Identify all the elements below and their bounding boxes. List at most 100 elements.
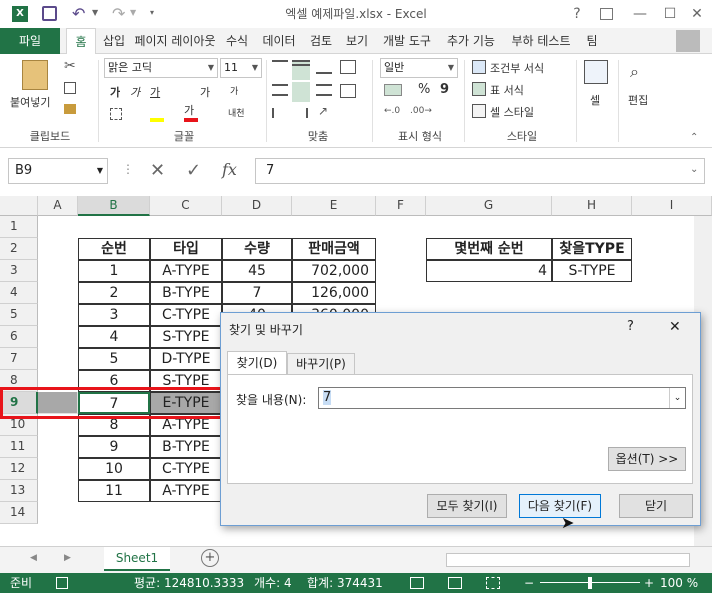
table-cell[interactable]: B-TYPE — [150, 436, 222, 458]
table-cell[interactable]: 7 — [222, 282, 292, 304]
merge-cells-icon[interactable] — [340, 84, 356, 98]
paste-icon[interactable] — [22, 60, 48, 90]
insert-function-button[interactable]: fx — [222, 160, 237, 179]
decrease-indent-icon[interactable] — [272, 108, 286, 118]
save-icon[interactable] — [42, 6, 57, 21]
tab-formulas[interactable]: 수식 — [220, 28, 254, 54]
table-cell[interactable]: 3 — [78, 304, 150, 326]
table-format-button[interactable]: 표 서식 — [490, 82, 524, 98]
font-name-combo[interactable]: 맑은 고딕 ▼ — [104, 58, 218, 78]
align-center-icon[interactable] — [292, 82, 310, 102]
column-header-h[interactable]: H — [552, 196, 632, 216]
redo-icon[interactable]: ↷ — [112, 4, 125, 23]
lookup-header[interactable]: 몇번째 순번 — [426, 238, 552, 260]
zoom-in-button[interactable]: + — [644, 573, 654, 593]
comma-button[interactable]: 9 — [440, 82, 449, 97]
table-cell[interactable]: 11 — [78, 480, 150, 502]
undo-dropdown-icon[interactable]: ▼ — [92, 8, 98, 17]
page-break-view-icon[interactable] — [486, 577, 500, 589]
tab-developer[interactable]: 개발 도구 — [376, 28, 438, 54]
tab-add-ins[interactable]: 추가 기능 — [440, 28, 502, 54]
table-header-cell[interactable]: 타입 — [150, 238, 222, 260]
table-header-cell[interactable]: 수량 — [222, 238, 292, 260]
scroll-sheets-right-icon[interactable]: ▶ — [64, 553, 71, 563]
zoom-out-button[interactable]: − — [524, 573, 534, 593]
font-color-icon[interactable] — [184, 118, 198, 122]
table-format-icon[interactable] — [472, 82, 486, 96]
name-box[interactable]: B9 ▼ — [8, 158, 108, 184]
redo-dropdown-icon[interactable]: ▼ — [130, 8, 136, 17]
column-header-c[interactable]: C — [150, 196, 222, 216]
lookup-value[interactable]: S-TYPE — [552, 260, 632, 282]
table-cell[interactable]: 10 — [78, 458, 150, 480]
normal-view-icon[interactable] — [410, 577, 424, 589]
conditional-format-button[interactable]: 조건부 서식 — [490, 60, 544, 76]
minimize-button[interactable]: — — [625, 0, 655, 28]
zoom-level[interactable]: 100 % — [660, 573, 698, 593]
tab-replace[interactable]: 바꾸기(P) — [287, 353, 355, 375]
table-cell[interactable]: A-TYPE — [150, 480, 222, 502]
add-sheet-button[interactable]: + — [201, 549, 219, 567]
conditional-format-icon[interactable] — [472, 60, 486, 74]
tab-find[interactable]: 찾기(D) — [227, 351, 287, 375]
table-cell[interactable]: 4 — [78, 326, 150, 348]
table-header-cell[interactable]: 순번 — [78, 238, 150, 260]
row-header[interactable]: 12 — [0, 458, 38, 480]
row-header[interactable]: 1 — [0, 216, 38, 238]
table-header-cell[interactable]: 판매금액 — [292, 238, 376, 260]
close-dialog-button[interactable]: 닫기 — [619, 494, 693, 518]
orientation-icon[interactable]: ↗ — [318, 104, 328, 118]
column-header-a[interactable]: A — [38, 196, 78, 216]
macro-record-icon[interactable] — [56, 577, 68, 589]
column-header-i[interactable]: I — [632, 196, 712, 216]
table-cell[interactable]: 9 — [78, 436, 150, 458]
find-binoculars-icon[interactable]: ⌕ — [630, 62, 639, 82]
row-header[interactable]: 6 — [0, 326, 38, 348]
format-painter-icon[interactable] — [64, 104, 76, 114]
row-header[interactable]: 11 — [0, 436, 38, 458]
account-avatar[interactable] — [676, 30, 700, 52]
wrap-text-icon[interactable] — [340, 60, 356, 74]
collapse-ribbon-icon[interactable]: ⌃ — [690, 132, 698, 143]
align-top-icon[interactable] — [272, 60, 288, 74]
align-left-icon[interactable] — [272, 84, 288, 96]
paste-label[interactable]: 붙여넣기 — [10, 94, 50, 110]
editing-button[interactable]: 편집 — [628, 92, 648, 108]
maximize-button[interactable]: ☐ — [655, 0, 685, 28]
dialog-help-button[interactable]: ? — [627, 319, 634, 334]
bold-button[interactable]: 가 — [110, 84, 120, 100]
table-cell[interactable]: 5 — [78, 348, 150, 370]
cell-styles-icon[interactable] — [472, 104, 486, 118]
tab-insert[interactable]: 삽입 — [98, 28, 130, 54]
underline-button[interactable]: 가 — [150, 84, 160, 100]
tab-review[interactable]: 검토 — [304, 28, 338, 54]
table-cell[interactable]: 702,000 — [292, 260, 376, 282]
column-header-g[interactable]: G — [426, 196, 552, 216]
dialog-close-button[interactable]: ✕ — [669, 319, 681, 335]
expand-formula-bar-icon[interactable]: ⌄ — [690, 164, 698, 175]
help-button[interactable]: ? — [562, 0, 592, 28]
options-button[interactable]: 옵션(T) >> — [608, 447, 686, 471]
tab-load-test[interactable]: 부하 테스트 — [504, 28, 578, 54]
number-format-combo[interactable]: 일반 ▼ — [380, 58, 458, 78]
column-header-d[interactable]: D — [222, 196, 292, 216]
percent-button[interactable]: % — [418, 82, 430, 97]
table-cell[interactable]: C-TYPE — [150, 304, 222, 326]
select-all-corner[interactable] — [0, 196, 38, 216]
fill-color-icon[interactable] — [150, 118, 164, 122]
cell-styles-button[interactable]: 셀 스타일 — [490, 104, 534, 120]
tab-home[interactable]: 홈 — [66, 28, 96, 55]
table-cell[interactable]: 45 — [222, 260, 292, 282]
zoom-slider-thumb[interactable] — [588, 577, 592, 589]
tab-team[interactable]: 팀 — [580, 28, 604, 54]
currency-icon[interactable] — [384, 84, 402, 96]
row-header[interactable]: 13 — [0, 480, 38, 502]
table-cell[interactable]: D-TYPE — [150, 348, 222, 370]
column-header-e[interactable]: E — [292, 196, 376, 216]
horizontal-scrollbar[interactable] — [446, 553, 690, 567]
align-bottom-icon[interactable] — [316, 60, 332, 74]
table-cell[interactable]: C-TYPE — [150, 458, 222, 480]
column-header-b[interactable]: B — [78, 196, 150, 216]
row-header[interactable]: 14 — [0, 502, 38, 524]
shrink-font-button[interactable]: 가 — [230, 84, 238, 97]
